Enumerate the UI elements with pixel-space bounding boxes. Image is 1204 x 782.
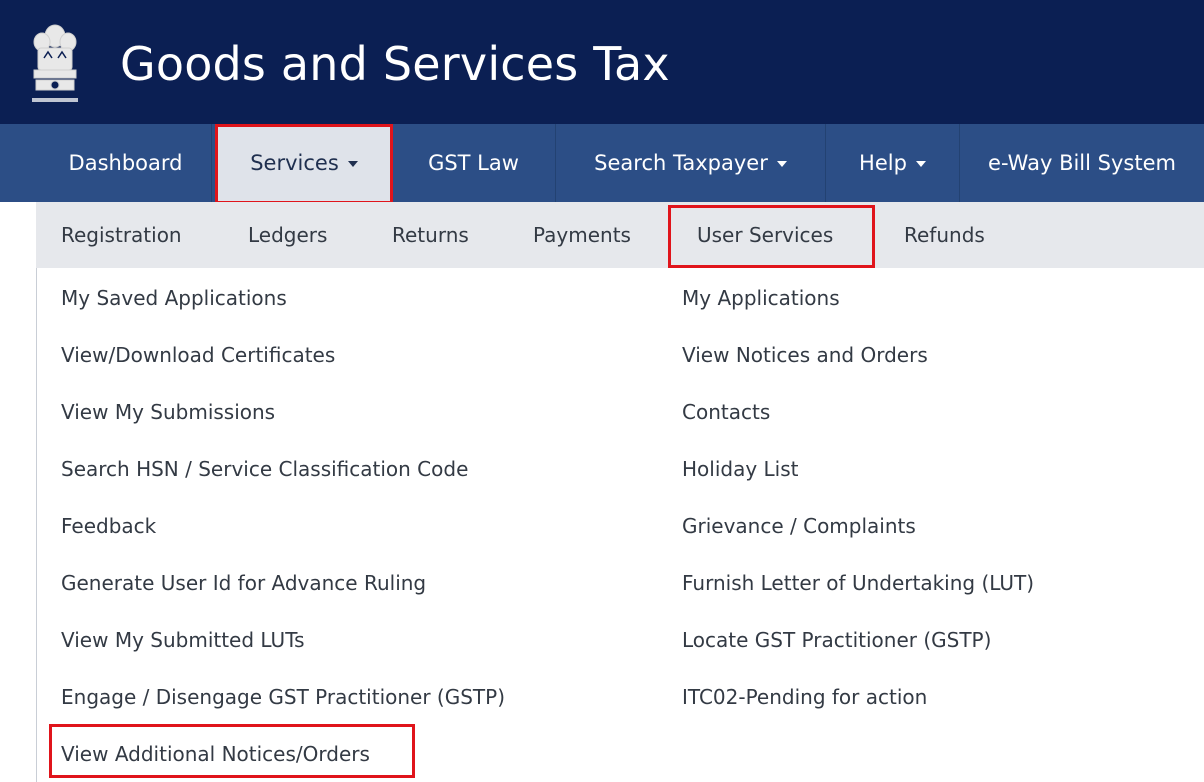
nav-dashboard[interactable]: Dashboard [40,124,212,202]
link-my-saved-applications[interactable]: My Saved Applications [61,284,287,312]
link-holiday-list[interactable]: Holiday List [682,455,799,483]
subnav-ledgers[interactable]: Ledgers [248,202,327,268]
site-title[interactable]: Goods and Services Tax [120,34,670,94]
chevron-down-icon [347,161,358,167]
link-view-my-submissions[interactable]: View My Submissions [61,398,275,426]
link-feedback[interactable]: Feedback [61,512,156,540]
nav-help-label: Help [859,151,907,175]
subnav-registration[interactable]: Registration [61,202,182,268]
link-generate-user-id[interactable]: Generate User Id for Advance Ruling [61,569,426,597]
nav-eway-bill[interactable]: e-Way Bill System [960,124,1204,202]
subnav-returns[interactable]: Returns [392,202,469,268]
subnav-user-services[interactable]: User Services [697,202,833,268]
link-my-applications[interactable]: My Applications [682,284,840,312]
nav-gst-law[interactable]: GST Law [392,124,556,202]
subnav-payments[interactable]: Payments [533,202,631,268]
nav-gst-law-label: GST Law [428,151,519,175]
nav-help[interactable]: Help [826,124,960,202]
link-view-submitted-luts[interactable]: View My Submitted LUTs [61,626,305,654]
link-view-additional-notices[interactable]: View Additional Notices/Orders [61,740,370,768]
link-view-notices-orders[interactable]: View Notices and Orders [682,341,928,369]
nav-dashboard-label: Dashboard [68,151,183,175]
link-furnish-lut[interactable]: Furnish Letter of Undertaking (LUT) [682,569,1034,597]
link-itc02-pending[interactable]: ITC02-Pending for action [682,683,927,711]
chevron-down-icon [915,161,926,167]
link-contacts[interactable]: Contacts [682,398,770,426]
main-navbar: Dashboard Services GST Law Search Taxpay… [0,124,1204,202]
national-emblem-icon[interactable] [22,18,88,114]
link-engage-gstp[interactable]: Engage / Disengage GST Practitioner (GST… [61,683,505,711]
nav-services-label: Services [250,151,339,175]
chevron-down-icon [776,161,787,167]
site-header: Goods and Services Tax [0,0,1204,124]
nav-search-taxpayer-label: Search Taxpayer [594,151,768,175]
link-search-hsn[interactable]: Search HSN / Service Classification Code [61,455,468,483]
nav-services[interactable]: Services [217,124,392,202]
link-view-download-certificates[interactable]: View/Download Certificates [61,341,335,369]
nav-search-taxpayer[interactable]: Search Taxpayer [556,124,826,202]
link-grievance-complaints[interactable]: Grievance / Complaints [682,512,916,540]
nav-eway-bill-label: e-Way Bill System [988,151,1176,175]
subnav-refunds[interactable]: Refunds [904,202,985,268]
link-locate-gstp[interactable]: Locate GST Practitioner (GSTP) [682,626,991,654]
